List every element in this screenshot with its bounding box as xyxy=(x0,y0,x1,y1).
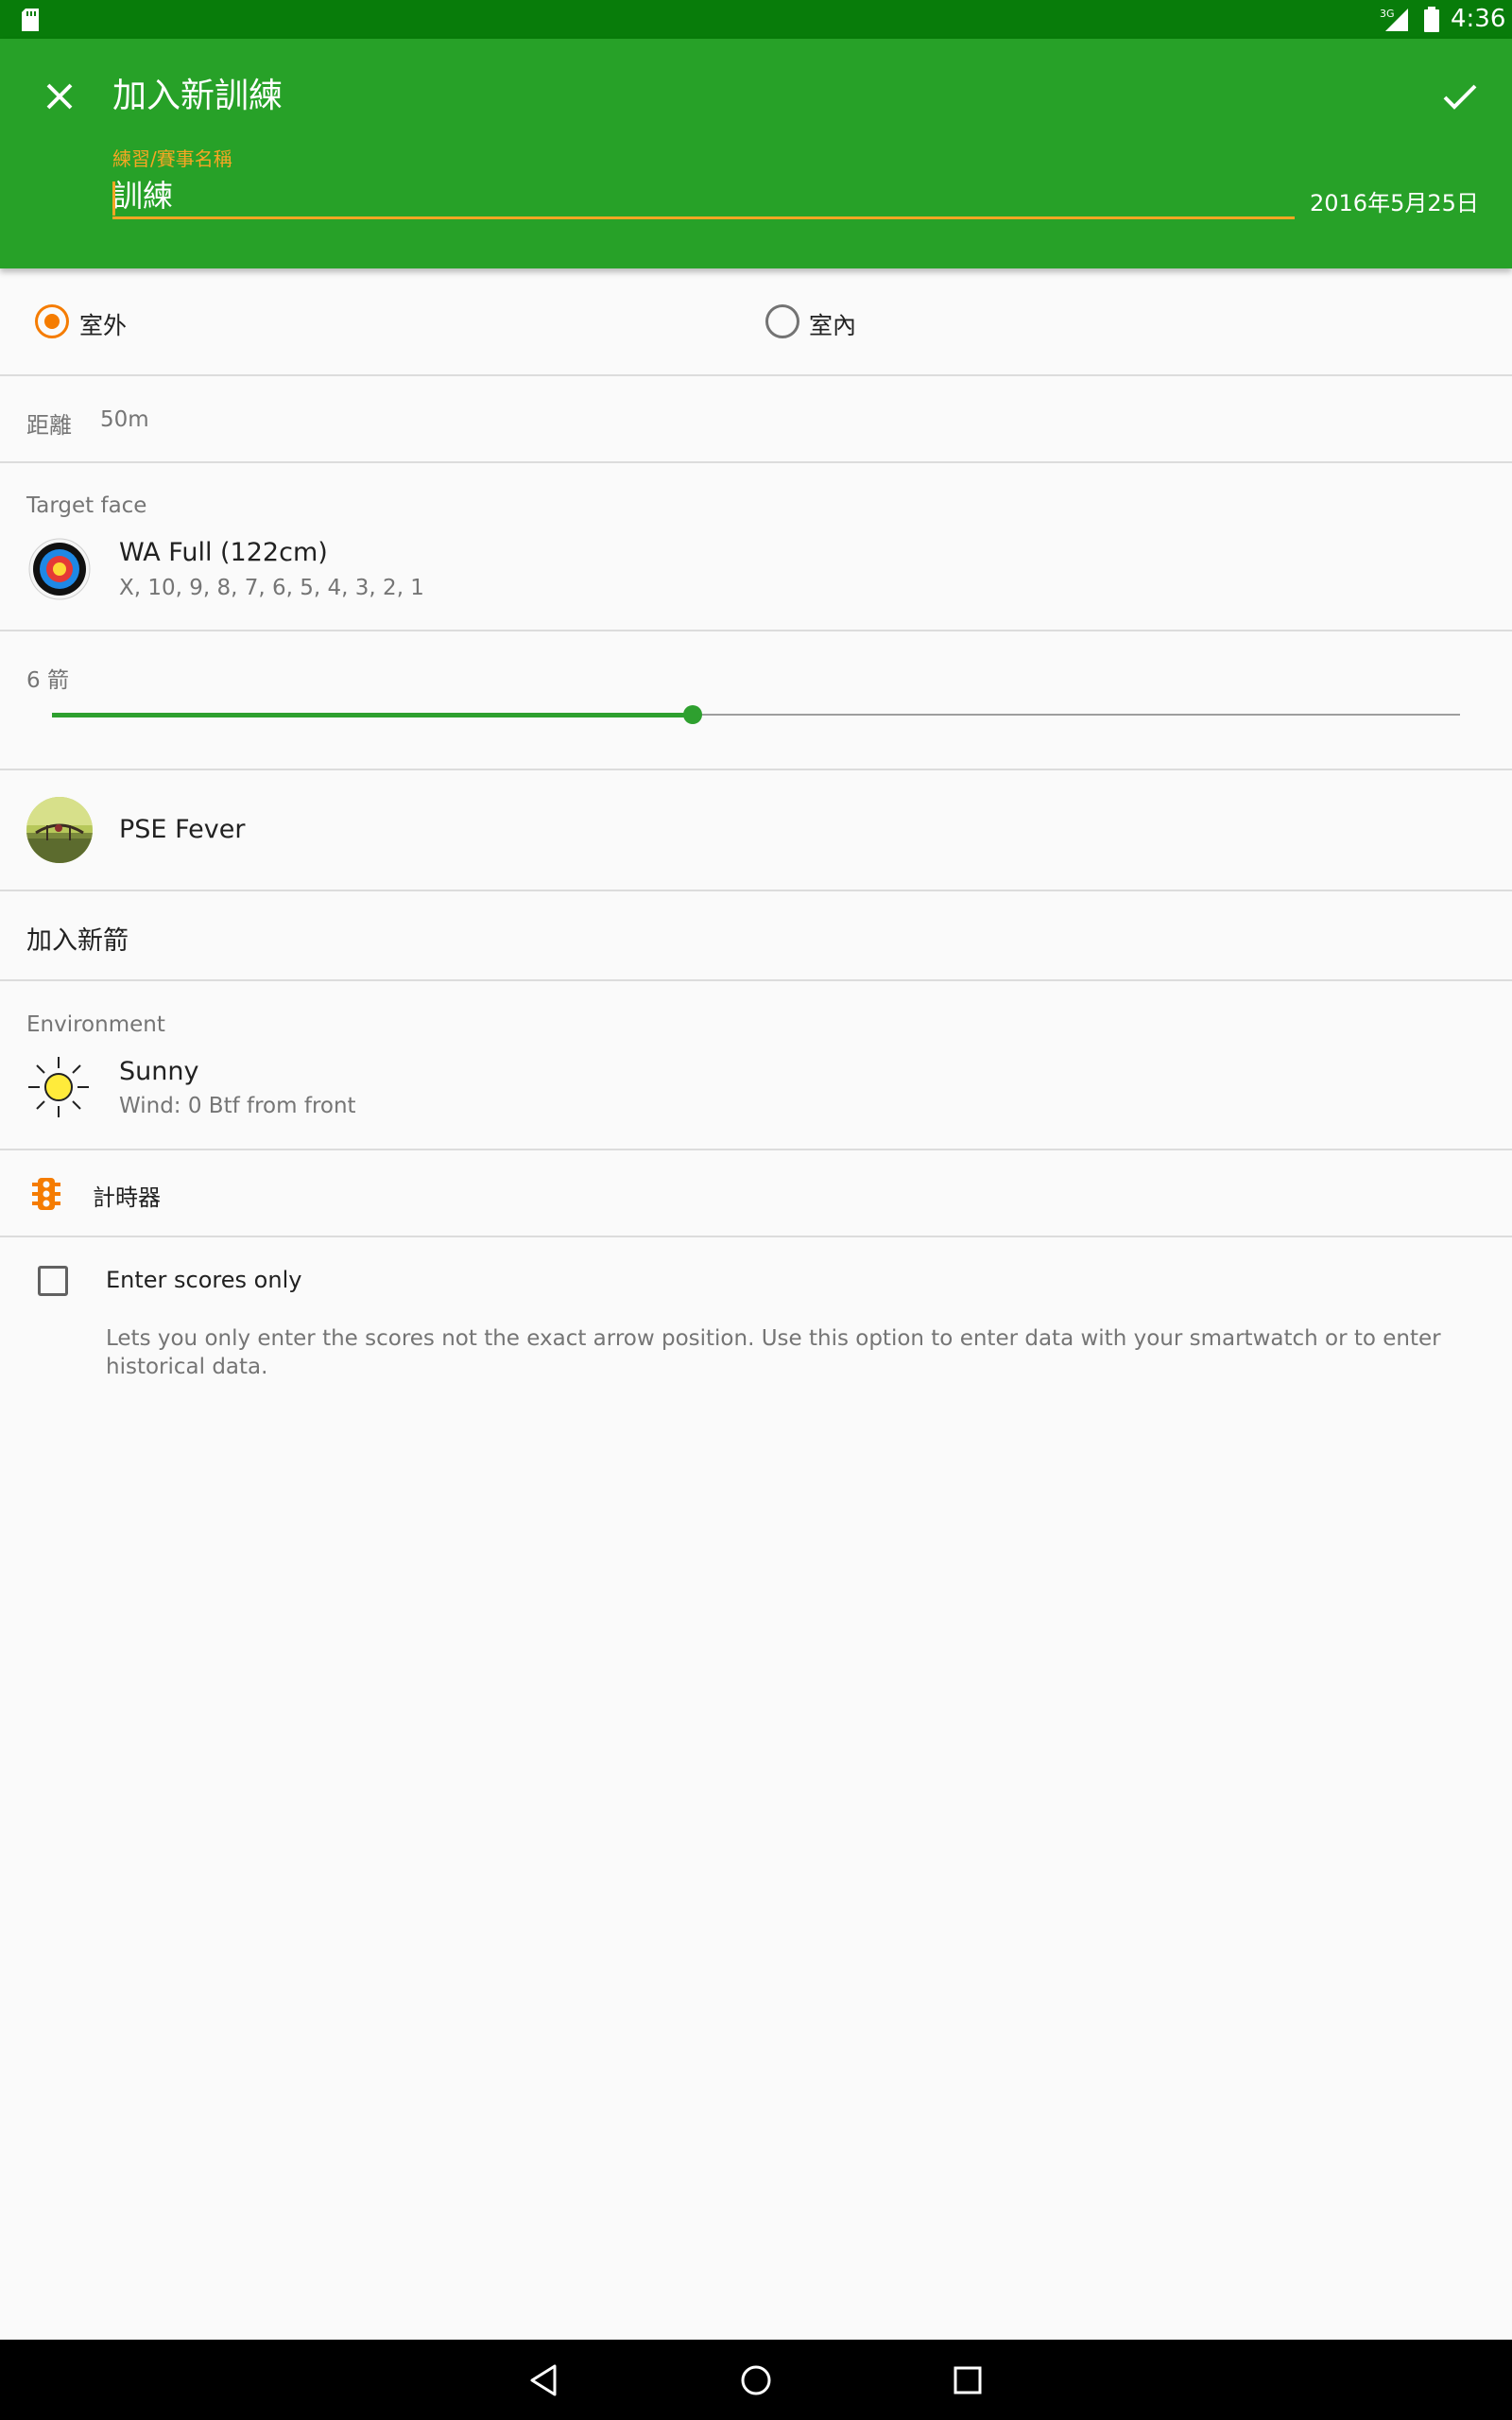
divider xyxy=(0,979,1512,981)
divider xyxy=(0,630,1512,631)
close-icon[interactable] xyxy=(36,73,83,120)
environment-section-label: Environment xyxy=(26,1012,165,1037)
target-face-name: WA Full (122cm) xyxy=(119,538,328,567)
divider xyxy=(0,1236,1512,1237)
signal-3g-icon: 3G xyxy=(1380,8,1408,31)
traffic-light-icon xyxy=(32,1178,60,1210)
arrows-per-end-label: 6 箭 xyxy=(26,668,69,693)
sd-card-icon xyxy=(22,9,39,31)
recents-icon[interactable] xyxy=(944,2357,991,2404)
scores-only-checkbox[interactable] xyxy=(38,1266,68,1296)
arrows-slider-fill xyxy=(52,713,693,717)
divider xyxy=(0,890,1512,891)
status-bar: 3G 4:36 xyxy=(0,0,1512,39)
radio-indoor[interactable] xyxy=(765,304,799,338)
target-face-icon xyxy=(28,538,91,600)
wind-info: Wind: 0 Btf from front xyxy=(119,1094,356,1118)
training-name-input[interactable] xyxy=(112,176,1295,219)
text-cursor xyxy=(112,182,115,216)
scores-only-description: Lets you only enter the scores not the e… xyxy=(106,1326,1441,1379)
status-clock: 4:36 xyxy=(1451,5,1506,33)
add-arrow-label: 加入新箭 xyxy=(26,926,129,956)
sun-icon xyxy=(28,1057,89,1117)
divider xyxy=(0,374,1512,376)
page-title: 加入新訓練 xyxy=(112,77,284,115)
bow-image-icon xyxy=(26,797,93,863)
check-icon[interactable] xyxy=(1436,73,1484,120)
scores-only-label[interactable]: Enter scores only xyxy=(106,1267,301,1293)
bow-name: PSE Fever xyxy=(119,815,246,844)
training-date[interactable]: 2016年5月25日 xyxy=(1310,184,1479,217)
timer-label: 計時器 xyxy=(93,1184,161,1211)
arrows-slider-thumb[interactable] xyxy=(682,705,702,724)
network-type: 3G xyxy=(1380,8,1395,20)
target-face-scoring: X, 10, 9, 8, 7, 6, 5, 4, 3, 2, 1 xyxy=(119,576,424,600)
battery-icon xyxy=(1424,7,1439,32)
app-bar: 加入新訓練 練習/賽事名稱 2016年5月25日 xyxy=(0,39,1512,268)
back-icon[interactable] xyxy=(522,2357,569,2404)
divider xyxy=(0,461,1512,463)
distance-label: 距離 xyxy=(26,412,72,439)
divider xyxy=(0,1149,1512,1150)
radio-outdoor[interactable] xyxy=(35,304,69,338)
divider xyxy=(0,769,1512,770)
training-name-label: 練習/賽事名稱 xyxy=(112,147,232,170)
navigation-bar xyxy=(0,2340,1512,2420)
distance-value: 50m xyxy=(100,407,149,432)
radio-outdoor-label[interactable]: 室外 xyxy=(79,307,127,341)
radio-indoor-label[interactable]: 室內 xyxy=(809,307,856,341)
target-face-section-label: Target face xyxy=(26,493,147,518)
weather-name: Sunny xyxy=(119,1057,199,1086)
home-icon[interactable] xyxy=(732,2357,780,2404)
